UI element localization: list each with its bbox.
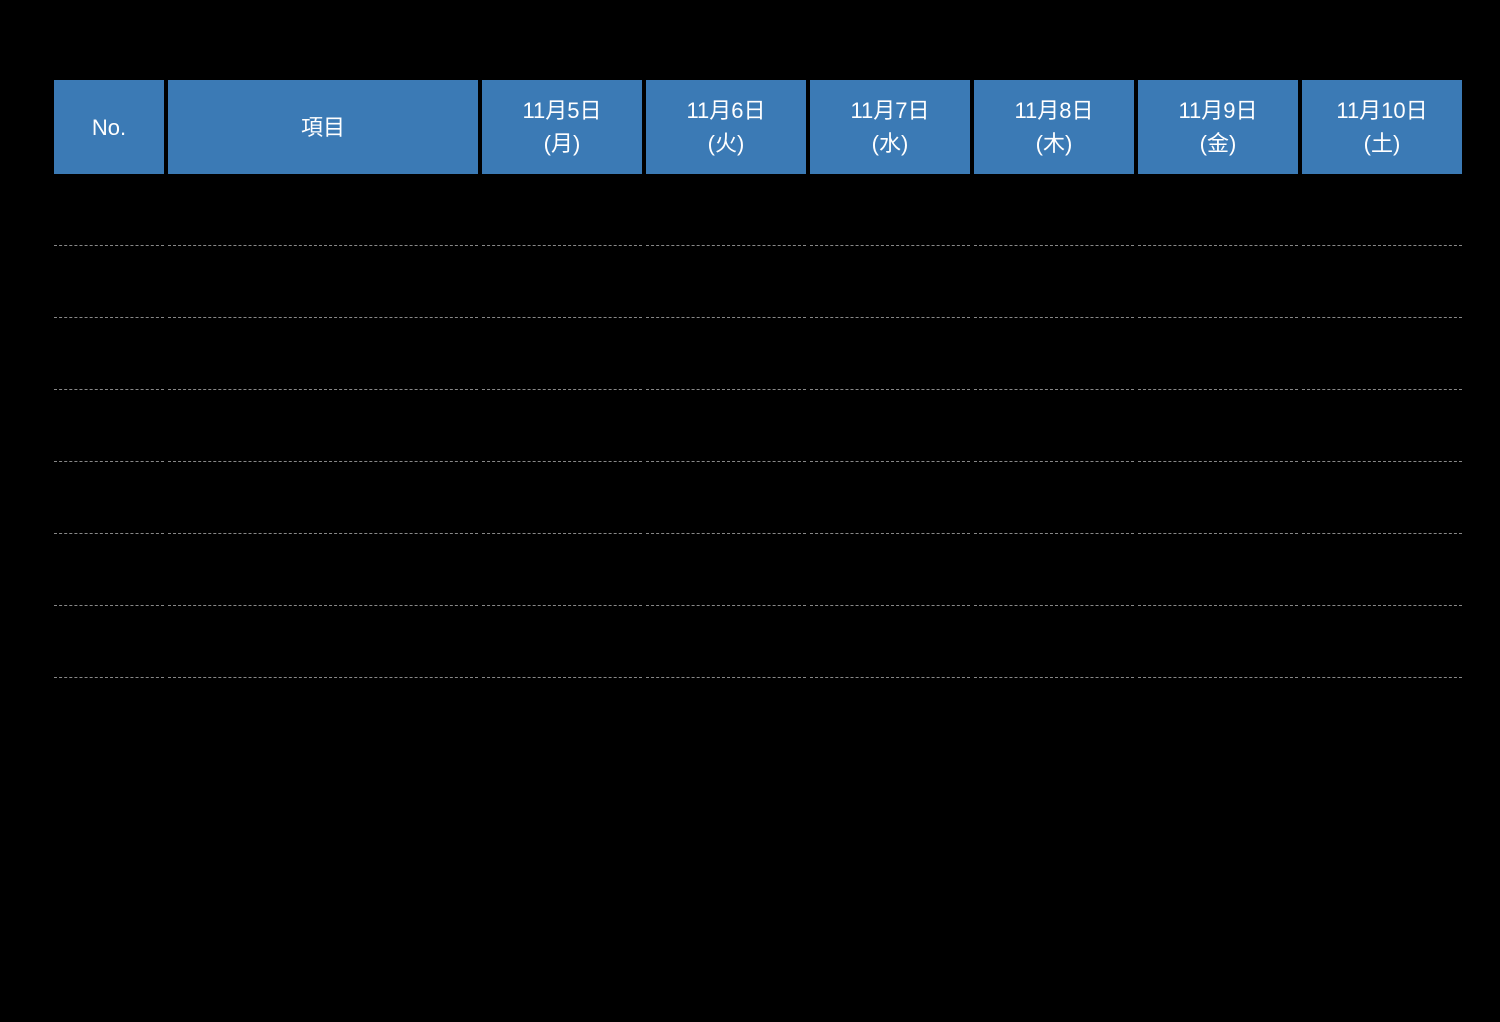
table-cell [1302, 678, 1462, 750]
table-body [54, 174, 1462, 750]
table-cell [482, 390, 642, 462]
table-cell [974, 678, 1134, 750]
table-cell [168, 462, 478, 534]
header-day-4: 11月9日 (金) [1138, 80, 1298, 174]
table-cell [1138, 246, 1298, 318]
table-cell [974, 462, 1134, 534]
table-cell [1302, 534, 1462, 606]
table-cell [1138, 174, 1298, 246]
table-cell [810, 606, 970, 678]
table-cell [1138, 534, 1298, 606]
header-no: No. [54, 80, 164, 174]
table-cell [1302, 318, 1462, 390]
table-cell [54, 318, 164, 390]
table-cell [1302, 174, 1462, 246]
header-day-0: 11月5日 (月) [482, 80, 642, 174]
table-cell [646, 462, 806, 534]
table-row [54, 174, 1462, 246]
table-cell [482, 318, 642, 390]
header-day-0-dow: (月) [544, 131, 581, 156]
table-cell [482, 534, 642, 606]
table-cell [810, 678, 970, 750]
table-cell [54, 462, 164, 534]
table-cell [810, 462, 970, 534]
table-cell [482, 678, 642, 750]
table-cell [482, 174, 642, 246]
table-cell [974, 246, 1134, 318]
table-cell [646, 534, 806, 606]
header-day-2: 11月7日 (水) [810, 80, 970, 174]
table-cell [54, 606, 164, 678]
header-day-0-date: 11月5日 [522, 98, 601, 123]
table-cell [974, 318, 1134, 390]
table-row [54, 318, 1462, 390]
table-cell [168, 534, 478, 606]
table-cell [1138, 390, 1298, 462]
table-cell [54, 390, 164, 462]
header-day-2-dow: (水) [872, 131, 909, 156]
header-day-5: 11月10日 (土) [1302, 80, 1462, 174]
table-cell [168, 246, 478, 318]
table-cell [646, 606, 806, 678]
table-row [54, 462, 1462, 534]
header-day-5-dow: (土) [1364, 131, 1401, 156]
table-row [54, 534, 1462, 606]
table-row [54, 678, 1462, 750]
header-day-2-date: 11月7日 [850, 98, 929, 123]
table-cell [810, 534, 970, 606]
table-cell [54, 246, 164, 318]
header-item: 項目 [168, 80, 478, 174]
header-day-1-date: 11月6日 [686, 98, 765, 123]
table-cell [646, 174, 806, 246]
schedule-page: No. 項目 11月5日 (月) 11月6日 (火) 11月7日 (水) [0, 0, 1500, 750]
table-cell [646, 390, 806, 462]
table-cell [646, 246, 806, 318]
header-day-5-date: 11月10日 [1336, 98, 1427, 123]
header-day-3: 11月8日 (木) [974, 80, 1134, 174]
header-no-label: No. [92, 115, 126, 140]
table-cell [482, 606, 642, 678]
table-cell [974, 174, 1134, 246]
table-cell [168, 606, 478, 678]
table-header-row: No. 項目 11月5日 (月) 11月6日 (火) 11月7日 (水) [54, 80, 1462, 174]
table-row [54, 606, 1462, 678]
table-cell [646, 318, 806, 390]
table-cell [1302, 606, 1462, 678]
table-cell [54, 534, 164, 606]
table-cell [810, 390, 970, 462]
table-cell [168, 678, 478, 750]
header-day-4-dow: (金) [1200, 131, 1237, 156]
header-day-1: 11月6日 (火) [646, 80, 806, 174]
header-day-4-date: 11月9日 [1178, 98, 1257, 123]
header-item-label: 項目 [301, 115, 345, 140]
table-cell [1302, 246, 1462, 318]
table-cell [1302, 390, 1462, 462]
table-cell [482, 462, 642, 534]
table-cell [646, 678, 806, 750]
table-cell [54, 174, 164, 246]
table-cell [974, 534, 1134, 606]
table-cell [168, 174, 478, 246]
schedule-table: No. 項目 11月5日 (月) 11月6日 (火) 11月7日 (水) [50, 80, 1466, 750]
table-cell [54, 678, 164, 750]
table-cell [1138, 678, 1298, 750]
table-cell [810, 318, 970, 390]
header-day-3-date: 11月8日 [1014, 98, 1093, 123]
table-cell [810, 246, 970, 318]
table-cell [1302, 462, 1462, 534]
table-row [54, 246, 1462, 318]
table-cell [974, 606, 1134, 678]
table-cell [168, 318, 478, 390]
table-cell [1138, 606, 1298, 678]
header-day-1-dow: (火) [708, 131, 745, 156]
table-cell [482, 246, 642, 318]
table-cell [974, 390, 1134, 462]
table-cell [1138, 318, 1298, 390]
table-row [54, 390, 1462, 462]
table-cell [1138, 462, 1298, 534]
header-day-3-dow: (木) [1036, 131, 1073, 156]
table-cell [810, 174, 970, 246]
table-cell [168, 390, 478, 462]
